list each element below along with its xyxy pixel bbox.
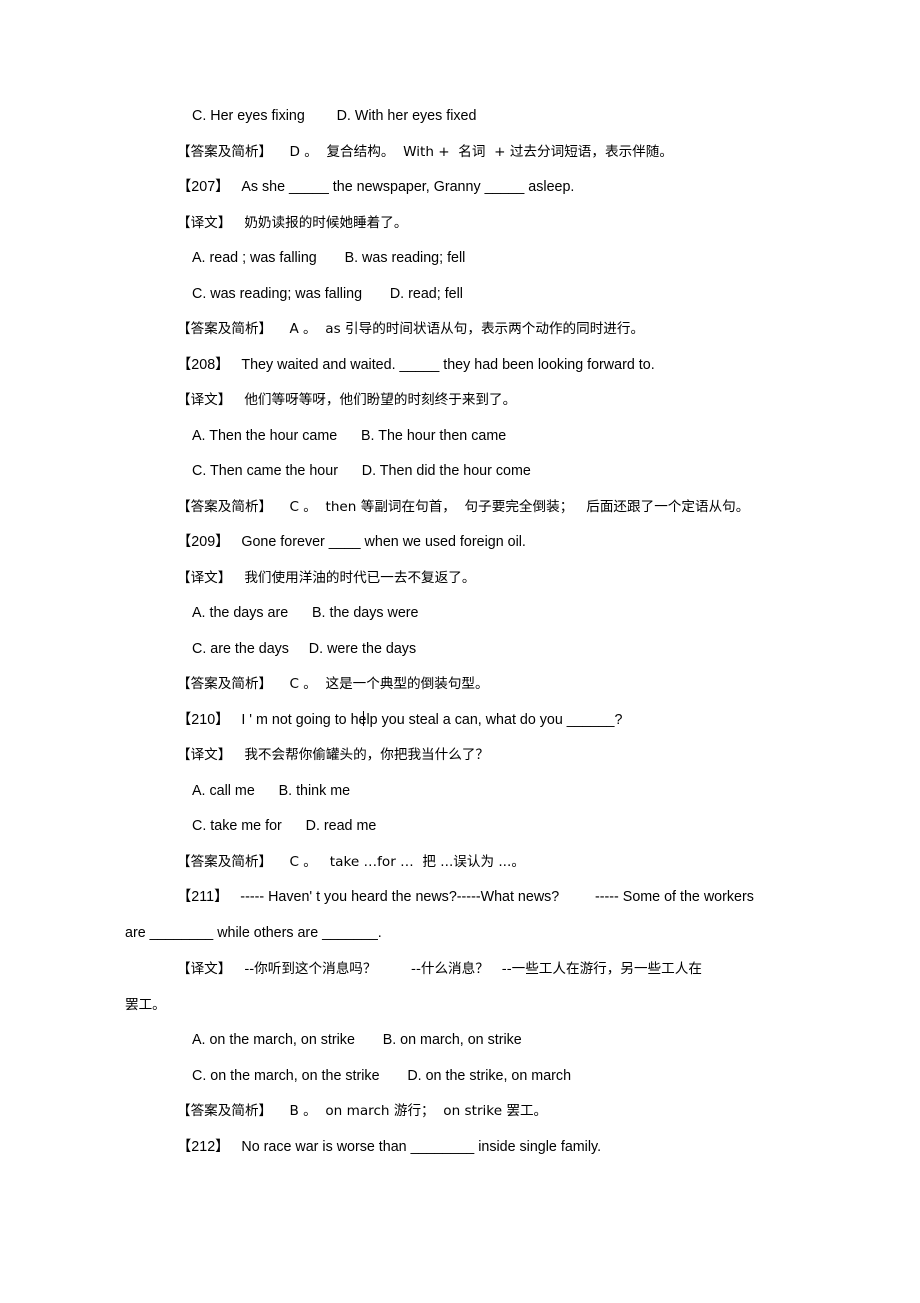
question-206-options-cd: C. Her eyes fixing D. With her eyes fixe… — [192, 108, 477, 124]
question-207-options-cd: C. was reading; was falling D. read; fel… — [192, 285, 463, 302]
question-209-answer: 【答案及简析】 C 。 这是一个典型的倒装句型。 — [177, 676, 489, 692]
question-211-stem-line-1: 【211】 ----- Haven' t you heard the news?… — [177, 889, 754, 905]
question-211-options-ab: A. on the march, on strike B. on march, … — [192, 1032, 522, 1048]
question-211-options-cd: C. on the march, on the strike D. on the… — [192, 1067, 572, 1084]
question-209-translation: 【译文】 我们使用洋油的时代已一去不复返了。 — [177, 569, 476, 586]
question-210-stem: 【210】 I ' m not going to help you steal … — [0, 710, 920, 729]
question-211-answer: 【答案及简析】 B 。 on march 游行； on strike 罢工。 — [177, 1103, 548, 1119]
question-210-answer: 【答案及简析】 C 。 take …for … 把 ...误认为 ...。 — [177, 853, 525, 870]
question-207-translation: 【译文】 奶奶读报的时候她睡着了。 — [177, 214, 408, 231]
question-207-stem: 【207】 As she _____ the newspaper, Granny… — [177, 179, 575, 195]
question-212-stem: 【212】 No race war is worse than ________… — [177, 1138, 602, 1155]
question-207-answer: 【答案及简析】 A 。 as 引导的时间状语从句，表示两个动作的同时进行。 — [177, 321, 645, 337]
question-207-options-ab: A. read ; was falling B. was reading; fe… — [192, 250, 466, 266]
question-208-translation: 【译文】 他们等呀等呀，他们盼望的时刻终于来到了。 — [177, 392, 517, 408]
question-210-translation: 【译文】 我不会帮你偷罐头的，你把我当什么了？ — [177, 747, 490, 763]
question-208-options-ab: A. Then the hour came B. The hour then c… — [192, 427, 507, 444]
question-208-stem: 【208】 They waited and waited. _____ they… — [177, 356, 655, 373]
question-210-options-ab: A. call me B. think me — [192, 782, 351, 799]
document-body: C. Her eyes fixing D. With her eyes fixe… — [0, 108, 920, 1174]
text-cursor-icon — [362, 710, 365, 726]
question-211-translation-line-1: 【译文】 --你听到这个消息吗？ --什么消息？ --一些工人在游行，另一些工人… — [177, 960, 702, 977]
question-206-answer: 【答案及简析】 D 。 复合结构。 With + 名词 + 过去分词短语，表示伴… — [177, 143, 673, 160]
document-page: C. Her eyes fixing D. With her eyes fixe… — [0, 0, 920, 1303]
question-208-answer: 【答案及简析】 C 。 then 等副词在句首， 句子要完全倒装； 后面还跟了一… — [177, 498, 750, 515]
question-211-stem-line-2: are ________ while others are _______. — [125, 925, 382, 941]
question-208-options-cd: C. Then came the hour D. Then did the ho… — [192, 463, 531, 479]
question-209-options-ab: A. the days are B. the days were — [192, 605, 419, 621]
question-210-stem-before-caret: 【210】 I ' m not going to h — [177, 711, 359, 728]
question-210-stem-after-caret: lp you steal a can, what do you ______? — [366, 711, 623, 728]
question-211-translation-line-2: 罢工。 — [125, 996, 166, 1013]
text-caret-host: e — [359, 710, 367, 729]
question-209-options-cd: C. are the days D. were the days — [192, 640, 417, 657]
question-209-stem: 【209】 Gone forever ____ when we used for… — [177, 534, 526, 550]
question-210-options-cd: C. take me for D. read me — [192, 818, 377, 834]
